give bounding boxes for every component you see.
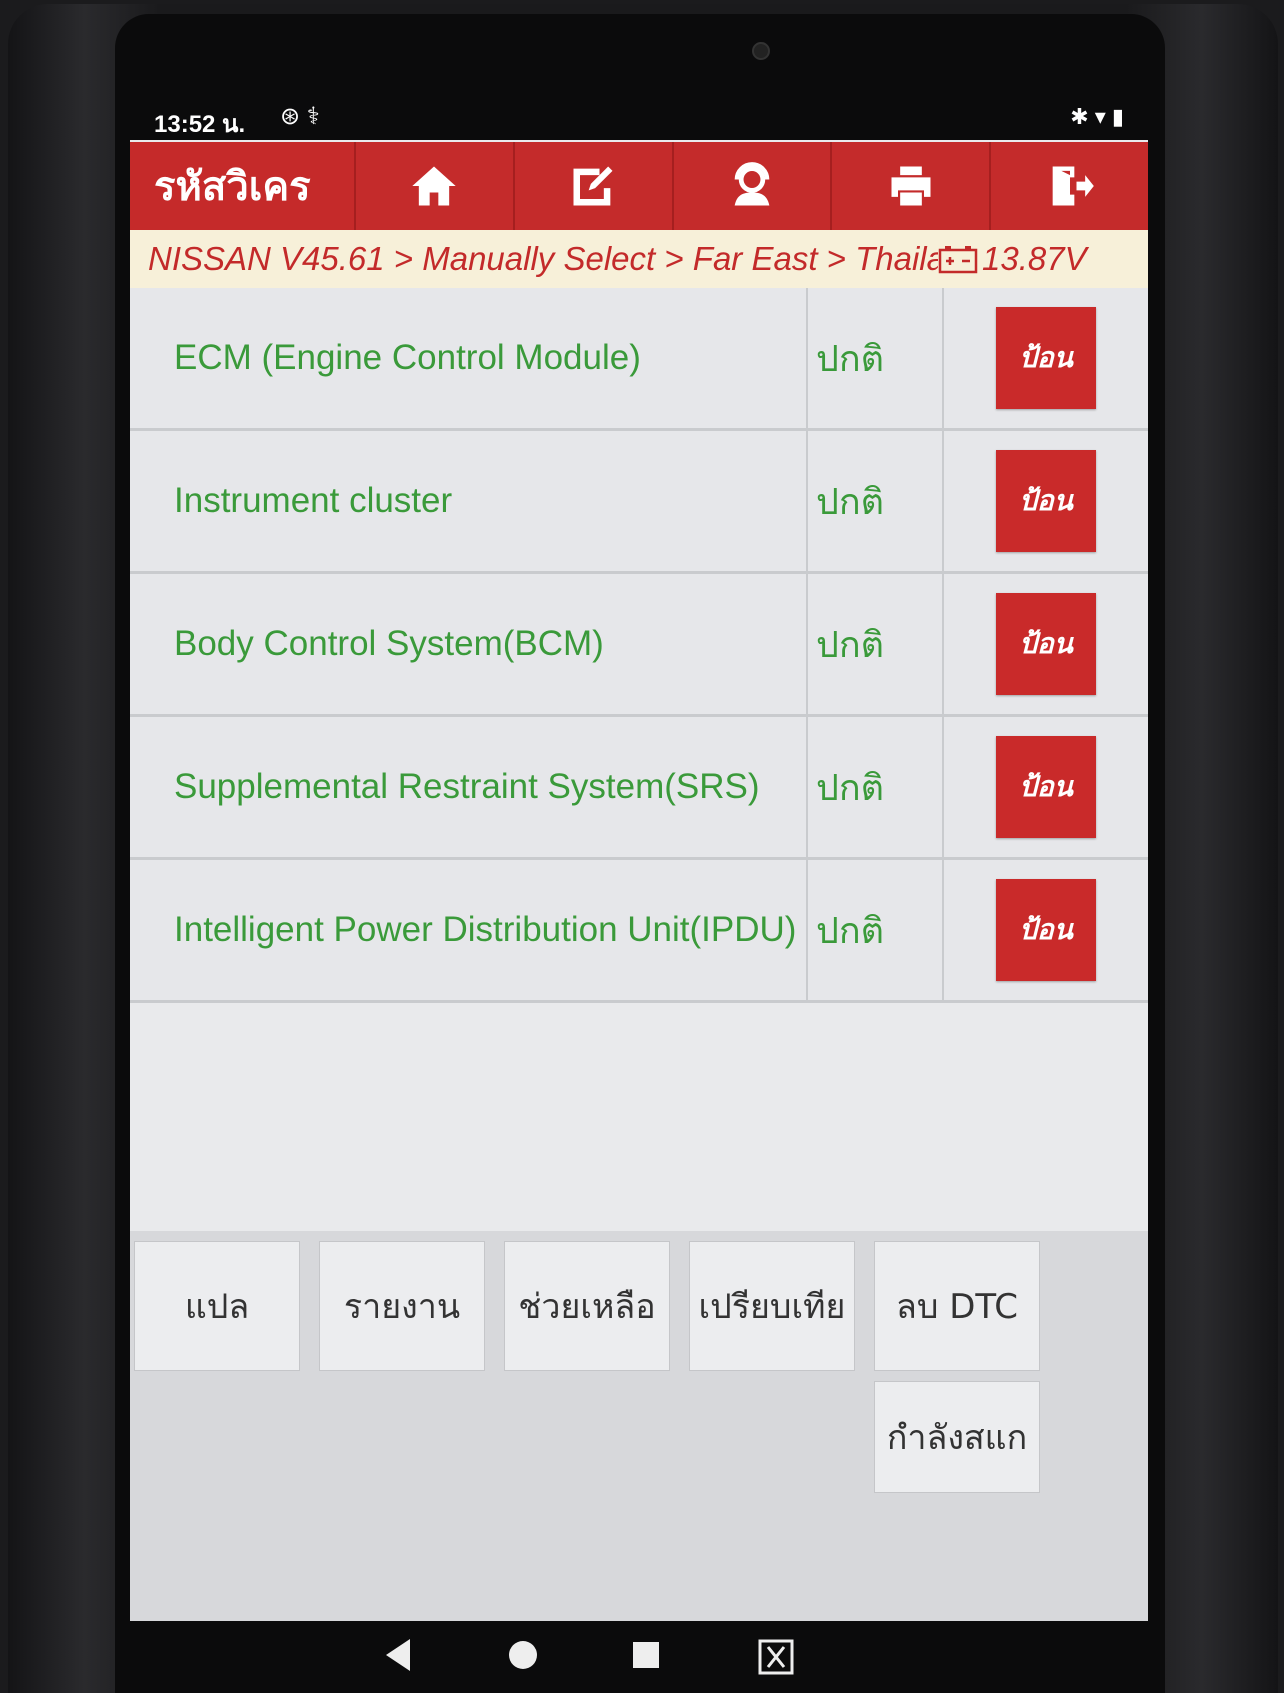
- recents-icon[interactable]: [630, 1637, 662, 1673]
- module-status: ปกติ: [808, 717, 944, 857]
- status-time: 13:52 น.: [154, 111, 246, 138]
- screenshot-icon[interactable]: [756, 1637, 796, 1677]
- battery-icon: [938, 246, 978, 274]
- voltage-value: 13.87V: [982, 240, 1087, 277]
- module-name[interactable]: Supplemental Restraint System(SRS): [130, 717, 808, 857]
- translate-button[interactable]: แปล: [134, 1241, 300, 1371]
- home-nav-icon[interactable]: [506, 1637, 540, 1673]
- function-panel: แปล รายงาน ช่วยเหลือ เปรียบเทีย ลบ DTC ก…: [130, 1231, 1148, 1621]
- support-icon: [734, 162, 770, 206]
- scanning-button[interactable]: กำลังสแก: [874, 1381, 1040, 1493]
- battery-voltage: 13.87V: [938, 240, 1087, 278]
- print-button[interactable]: [830, 142, 990, 230]
- table-row: ECM (Engine Control Module) ปกติ ป้อน: [130, 288, 1148, 431]
- home-button[interactable]: [354, 142, 513, 230]
- report-button[interactable]: รายงาน: [319, 1241, 485, 1371]
- page-title: รหัสวิเคร: [154, 164, 311, 210]
- status-bar: 13:52 น. ⊛ ⚕ ✱ ▾ ▮: [130, 96, 1148, 140]
- module-status: ปกติ: [808, 860, 944, 1000]
- front-camera: [752, 42, 770, 60]
- back-icon[interactable]: [382, 1637, 412, 1673]
- help-button[interactable]: ช่วยเหลือ: [504, 1241, 670, 1371]
- edit-button[interactable]: [512, 142, 672, 230]
- module-status: ปกติ: [808, 288, 944, 428]
- breadcrumb-path: NISSAN V45.61 > Manually Select > Far Ea…: [148, 240, 938, 277]
- clear-dtc-button[interactable]: ลบ DTC: [874, 1241, 1040, 1371]
- app-screen: 13:52 น. ⊛ ⚕ ✱ ▾ ▮ รหัสวิเคร NISSAN V45.…: [130, 96, 1148, 1621]
- table-row: Supplemental Restraint System(SRS) ปกติ …: [130, 717, 1148, 860]
- edit-icon: [573, 166, 613, 206]
- enter-button[interactable]: ป้อน: [996, 450, 1096, 552]
- enter-button[interactable]: ป้อน: [996, 736, 1096, 838]
- support-button[interactable]: [671, 142, 831, 230]
- table-row: Body Control System(BCM) ปกติ ป้อน: [130, 574, 1148, 717]
- status-notification-icons: ⊛ ⚕: [280, 103, 320, 130]
- module-status: ปกติ: [808, 574, 944, 714]
- breadcrumb: NISSAN V45.61 > Manually Select > Far Ea…: [130, 230, 1148, 288]
- title-bar: รหัสวิเคร: [130, 142, 1148, 230]
- enter-button[interactable]: ป้อน: [996, 593, 1096, 695]
- module-name[interactable]: ECM (Engine Control Module): [130, 288, 808, 428]
- module-table: ECM (Engine Control Module) ปกติ ป้อน In…: [130, 288, 1148, 1003]
- enter-button[interactable]: ป้อน: [996, 307, 1096, 409]
- android-nav-bar: [130, 1621, 1148, 1693]
- compare-button[interactable]: เปรียบเทีย: [689, 1241, 855, 1371]
- table-row: Instrument cluster ปกติ ป้อน: [130, 431, 1148, 574]
- module-name[interactable]: Instrument cluster: [130, 431, 808, 571]
- enter-button[interactable]: ป้อน: [996, 879, 1096, 981]
- home-icon: [412, 166, 457, 206]
- module-name[interactable]: Intelligent Power Distribution Unit(IPDU…: [130, 860, 808, 1000]
- module-status: ปกติ: [808, 431, 944, 571]
- status-system-icons: ✱ ▾ ▮: [1070, 104, 1124, 129]
- print-icon: [891, 166, 931, 206]
- exit-button[interactable]: [989, 142, 1148, 230]
- exit-icon: [1052, 166, 1094, 206]
- module-name[interactable]: Body Control System(BCM): [130, 574, 808, 714]
- table-row: Intelligent Power Distribution Unit(IPDU…: [130, 860, 1148, 1003]
